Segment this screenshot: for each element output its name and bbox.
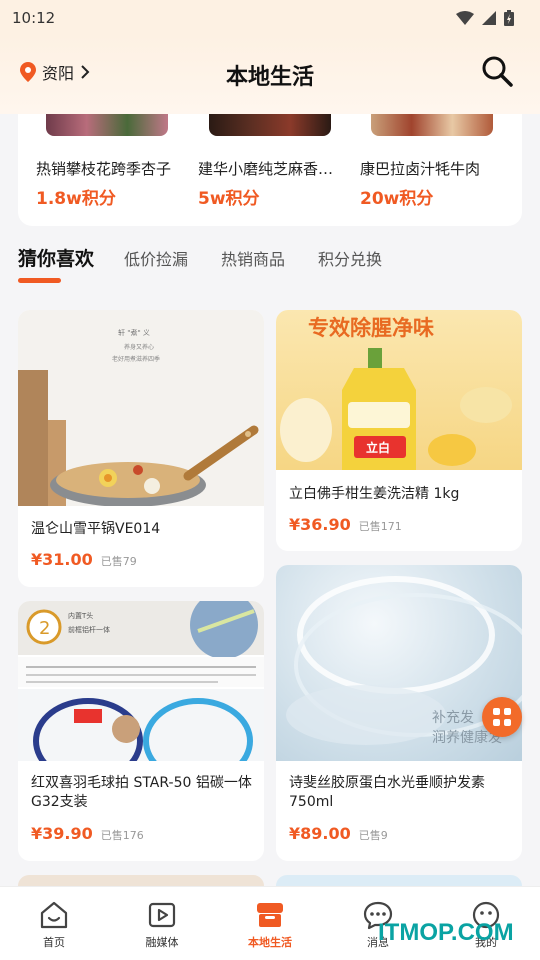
site-watermark: ITMOP.COM [378,919,514,946]
featured-image-sesame[interactable] [209,114,331,136]
featured-name-2[interactable]: 建华小磨纯芝麻香… [198,158,348,179]
nav-label: 本地生活 [248,936,292,949]
active-tab-indicator [18,278,61,283]
product-price: ¥36.90 [289,515,351,534]
location-label: 资阳 [42,64,75,83]
nav-home[interactable]: 首页 [0,887,108,960]
shop-box-icon [257,903,283,927]
image-caption-line: 补充发 [432,710,474,726]
product-image-badminton: 2 内置T头 前框铝杆一体 [18,601,264,761]
image-caption-line: 内置T头 [68,612,94,620]
nav-label: 融媒体 [145,936,179,949]
location-pin-icon [20,62,36,82]
featured-points-3: 20w积分 [360,189,434,209]
product-sold-count: 已售79 [100,555,137,568]
pot-illustration [18,370,259,506]
featured-points-strip: 热销攀枝花跨季杏子 1.8w积分 建华小磨纯芝麻香… 5w积分 康巴拉卤汁牦牛肉… [18,114,522,226]
category-tabs: 猜你喜欢 低价捡漏 热销商品 积分兑换 [18,246,522,286]
image-brand-text: 立白 [366,441,391,455]
header: 资阳 本地生活 [0,36,540,114]
product-card-badminton[interactable]: 2 内置T头 前框铝杆一体 红双喜羽毛球拍 STAR-50 铝碳一体 G32支装… [18,601,264,861]
status-bar: 10:12 [0,0,540,36]
product-sold-count: 已售176 [100,829,144,842]
status-icons [456,10,514,26]
badminton-illustration: 2 [18,601,264,761]
price-row: ¥36.90 已售171 [289,515,402,534]
price-row: ¥39.90 已售176 [31,824,144,843]
product-card-partial[interactable] [276,875,522,886]
nav-media[interactable]: 融媒体 [108,887,216,960]
product-price: ¥39.90 [31,824,93,843]
product-image-dish-soap: 专效除腥净味 立白 [276,310,522,470]
tab-guess-you-like[interactable]: 猜你喜欢 [18,244,94,271]
svg-text:2: 2 [39,618,50,639]
page-title: 本地生活 [225,65,314,90]
featured-image-apricot[interactable] [46,114,168,136]
chevron-right-icon [81,65,90,79]
product-card-pot[interactable]: 轩 "煮" 义 养身又养心 老好用煮滋养四季 温仑山雪平锅VE014 ¥31.0… [18,310,264,587]
product-sold-count: 已售9 [358,829,388,842]
search-button[interactable] [480,54,514,88]
battery-icon [504,10,514,26]
status-time: 10:12 [12,9,56,27]
product-price: ¥31.00 [31,550,93,569]
category-grid-button[interactable] [482,697,522,737]
price-row: ¥31.00 已售79 [31,550,137,569]
product-image-pot: 轩 "煮" 义 养身又养心 老好用煮滋养四季 [18,310,264,506]
dish-soap-illustration [280,348,512,470]
featured-points-2: 5w积分 [198,189,260,209]
signal-icon [482,11,496,25]
product-name: 立白佛手柑生姜洗洁精 1kg [289,486,460,502]
product-name: 温仑山雪平锅VE014 [31,521,161,537]
nav-local-life[interactable]: 本地生活 [216,887,324,960]
grid-icon [493,708,511,726]
product-name: 红双喜羽毛球拍 STAR-50 铝碳一体 G32支装 [31,775,252,810]
featured-image-beef[interactable] [371,114,493,136]
product-price: ¥89.00 [289,824,351,843]
featured-name-3[interactable]: 康巴拉卤汁牦牛肉 [360,158,510,179]
tab-low-price[interactable]: 低价捡漏 [124,246,188,270]
home-face-icon [40,901,68,929]
media-play-icon [148,902,176,928]
product-card-dish-soap[interactable]: 专效除腥净味 立白 立白佛手柑生姜洗洁精 1kg ¥36.90 已售171 [276,310,522,551]
image-caption-line: 前框铝杆一体 [68,626,110,634]
nav-label: 首页 [43,936,65,949]
wifi-icon [456,11,474,25]
product-name: 诗斐丝胶原蛋白水光垂顺护发素 750ml [289,775,485,810]
tab-points-exchange[interactable]: 积分兑换 [318,246,382,270]
featured-points-1: 1.8w积分 [36,189,116,209]
price-row: ¥89.00 已售9 [289,824,388,843]
featured-name-1[interactable]: 热销攀枝花跨季杏子 [36,158,186,179]
tab-hot-sale[interactable]: 热销商品 [221,246,285,270]
search-icon [482,56,513,87]
product-sold-count: 已售171 [358,520,402,533]
product-card-partial[interactable] [18,875,264,886]
product-image-conditioner: 补充发 润养健康发 [276,565,522,761]
location-selector[interactable]: 资阳 [20,60,90,84]
